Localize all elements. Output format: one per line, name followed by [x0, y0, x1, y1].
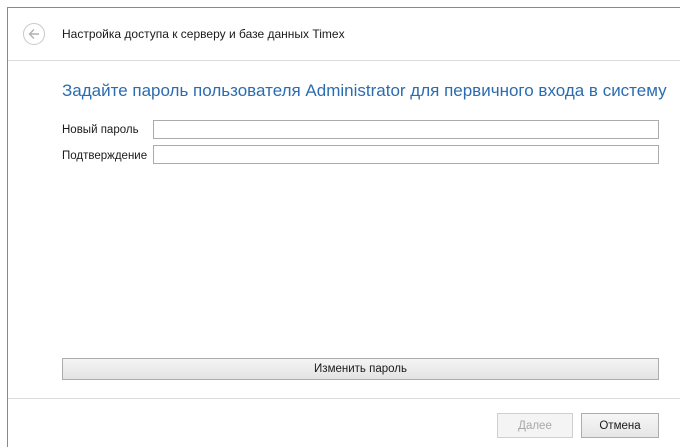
footer-divider — [8, 398, 680, 399]
next-button[interactable]: Далее — [497, 413, 573, 438]
new-password-field[interactable] — [153, 120, 659, 139]
change-password-button[interactable]: Изменить пароль — [62, 358, 659, 380]
dialog-window: Настройка доступа к серверу и базе данны… — [7, 7, 680, 447]
dialog-title: Настройка доступа к серверу и базе данны… — [62, 27, 345, 41]
page-heading: Задайте пароль пользователя Administrato… — [62, 81, 667, 100]
dialog-header: Настройка доступа к серверу и базе данны… — [8, 8, 680, 61]
back-arrow-icon[interactable] — [23, 23, 45, 45]
new-password-label: Новый пароль — [62, 124, 139, 136]
confirm-password-field[interactable] — [153, 145, 659, 164]
confirm-password-label: Подтверждение — [62, 150, 148, 162]
cancel-button[interactable]: Отмена — [581, 413, 659, 438]
